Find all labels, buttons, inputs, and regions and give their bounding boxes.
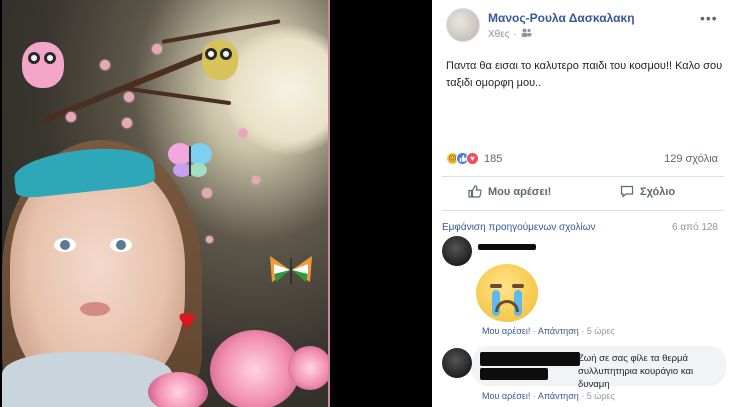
post-meta: Χθες · [488, 28, 532, 40]
commenter-avatar[interactable] [442, 236, 472, 266]
flag-butterfly-sticker [268, 250, 314, 290]
blossom [100, 60, 110, 70]
photo-frame [328, 0, 330, 407]
like-button[interactable]: Μου αρέσει! [468, 185, 551, 198]
post-text: Παντα θα εισαι το καλυτερο παιδι του κοσ… [446, 60, 723, 89]
love-icon: ♥ [466, 152, 479, 165]
redacted-text [480, 368, 548, 380]
comment-button-label: Σχόλιο [640, 185, 676, 198]
like-button-label: Μου αρέσει! [488, 185, 552, 198]
separator: · [578, 391, 587, 401]
flower [288, 346, 328, 390]
separator: · [530, 326, 538, 336]
tree-branch [121, 86, 232, 106]
comment-like-link[interactable]: Μου αρέσει! [482, 326, 530, 336]
separator: · [530, 391, 538, 401]
crying-emoji [476, 264, 538, 322]
separator: · [578, 326, 587, 336]
separator-dot: · [513, 28, 517, 40]
reactions-count: 185 [484, 152, 503, 165]
comment-time[interactable]: 5 ώρες [587, 326, 615, 336]
blossom [152, 44, 162, 54]
lips [80, 302, 110, 316]
comment-reply-link[interactable]: Απάντηση [538, 391, 579, 401]
commenter-avatar[interactable] [442, 348, 472, 378]
pink-owl-sticker [22, 42, 64, 88]
butterfly-sticker [167, 140, 213, 180]
redacted-name [478, 244, 536, 250]
blossom [206, 236, 213, 243]
reactions-summary[interactable]: ☹ ♥ 185 [446, 152, 502, 165]
comments-count[interactable]: 129 σχόλια [664, 153, 718, 165]
blossom [238, 128, 248, 138]
blossom [66, 112, 76, 122]
heart-sticker: ♥ [178, 304, 196, 337]
eye [110, 238, 132, 252]
comment-actions: Μου αρέσει! · Απάντηση · 5 ώρες [482, 391, 615, 401]
divider [442, 176, 724, 177]
post-photo[interactable]: ♥ [2, 0, 328, 407]
thumbs-up-icon [468, 185, 482, 198]
author-avatar[interactable] [446, 8, 480, 42]
comment-like-link[interactable]: Μου αρέσει! [482, 391, 530, 401]
post-panel: Μανος-Ρουλα Δασκαλακη Χθες · ••• Παντα θ… [432, 0, 734, 407]
photo-viewer[interactable]: ♥ [0, 0, 432, 407]
comment-time[interactable]: 5 ώρες [587, 391, 615, 401]
comment-reply-link[interactable]: Απάντηση [538, 326, 579, 336]
redacted-name [480, 352, 580, 366]
eye [54, 238, 76, 252]
comment-actions: Μου αρέσει! · Απάντηση · 5 ώρες [482, 326, 615, 336]
author-name[interactable]: Μανος-Ρουλα Δασκαλακη [488, 11, 635, 25]
blossom [124, 92, 134, 102]
post-time[interactable]: Χθες [488, 29, 510, 40]
blossom [202, 188, 212, 198]
blossom [252, 176, 260, 184]
yellow-owl-sticker [202, 40, 238, 80]
divider [442, 210, 724, 211]
more-options-icon[interactable]: ••• [700, 10, 718, 26]
comments-pager: 6 από 128 [671, 222, 718, 233]
comment-text: Ζωή σε σας φίλε τα θερμά συλλυπητηρια κο… [578, 353, 694, 390]
flower [148, 372, 208, 407]
flower [210, 330, 300, 407]
blossom [122, 118, 132, 128]
comment-icon [620, 185, 634, 198]
comment-button[interactable]: Σχόλιο [620, 185, 675, 198]
shirt [2, 352, 172, 407]
friends-icon[interactable] [521, 28, 532, 40]
view-previous-comments-link[interactable]: Εμφάνιση προηγούμενων σχολίων [442, 222, 596, 233]
